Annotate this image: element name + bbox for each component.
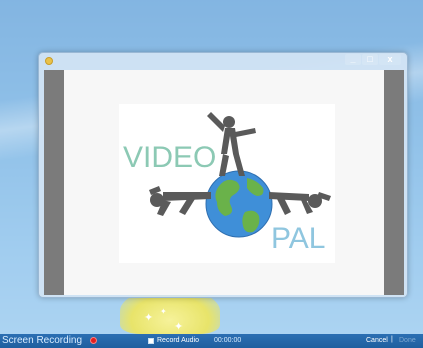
letterbox-right [384,70,404,295]
close-icon[interactable]: x [379,54,401,65]
logo-text-video: VIDEO [123,141,216,174]
recording-status-bar: Screen Recording Record Audio 00:00:00 C… [0,334,423,348]
letterbox-left [44,70,64,295]
status-title: Screen Recording [2,335,83,346]
logo-graphic: VIDEO PAL [123,112,331,255]
window-title-bar[interactable]: _ □ x [39,53,407,69]
checkbox-icon[interactable] [148,337,154,344]
logo-text-pal: PAL [271,222,325,255]
right-figure [269,192,331,215]
sparkle-icon: ✦ [160,307,167,316]
window-controls: _ □ x [345,54,401,65]
record-icon[interactable] [90,337,97,344]
done-button[interactable]: Done [399,337,416,344]
video-preview-area: VIDEO PAL [44,70,404,295]
video-pal-logo: VIDEO PAL [119,104,335,263]
separator: | [391,336,393,343]
left-figure [149,186,211,216]
sparkle-icon: ✦ [174,321,184,333]
record-audio-toggle[interactable]: Record Audio [148,337,199,344]
globe-icon [205,170,273,238]
captured-window[interactable]: _ □ x VIDEO PAL [38,52,408,298]
app-icon [45,57,53,65]
sparkle-icon: ✦ [144,312,154,324]
record-audio-label[interactable]: Record Audio [157,337,199,344]
minimize-icon[interactable]: _ [345,54,361,65]
maximize-icon[interactable]: □ [362,54,378,65]
recording-timer: 00:00:00 [214,337,242,344]
cancel-button[interactable]: Cancel [366,337,388,344]
